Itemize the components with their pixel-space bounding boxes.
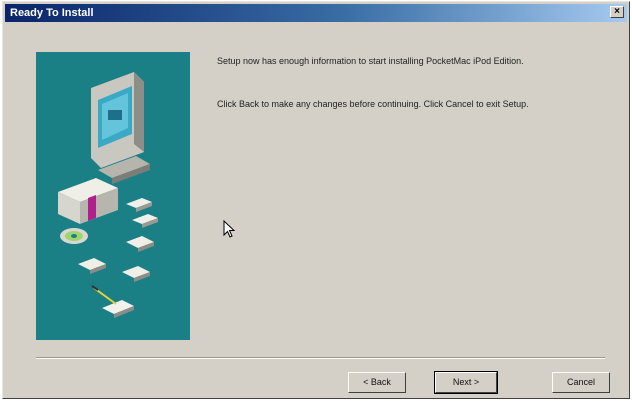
next-button[interactable]: Next > — [434, 371, 498, 394]
install-illustration-icon — [36, 52, 190, 340]
button-separator — [36, 357, 605, 359]
cancel-button[interactable]: Cancel — [552, 372, 610, 393]
ready-message: Setup now has enough information to star… — [217, 56, 524, 66]
close-button[interactable]: × — [610, 6, 624, 18]
title-bar[interactable]: Ready To Install × — [5, 4, 627, 22]
instructions-message: Click Back to make any changes before co… — [217, 99, 529, 109]
back-button[interactable]: < Back — [348, 372, 406, 393]
installer-dialog: Ready To Install × Setup now has enough … — [2, 1, 630, 399]
mouse-pointer-icon — [223, 220, 236, 238]
window-title: Ready To Install — [10, 7, 94, 19]
